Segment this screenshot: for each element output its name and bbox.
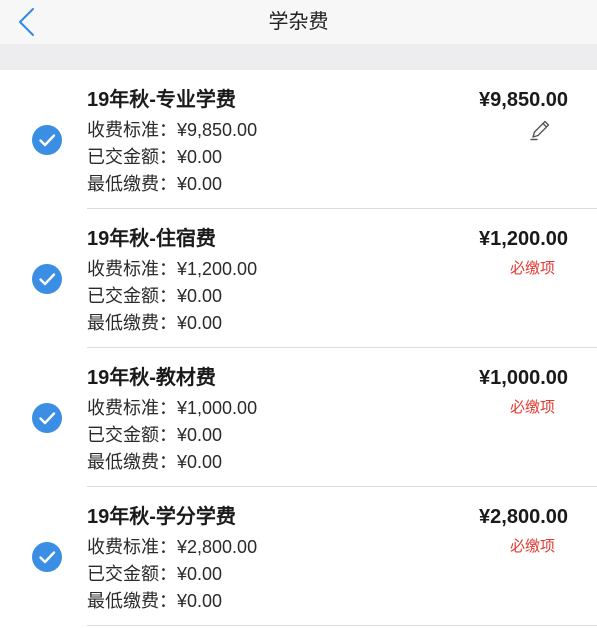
fee-standard-label: 收费标准： — [87, 120, 177, 140]
page-title: 学杂费 — [268, 11, 329, 33]
fee-paid: 已交金额：¥0.00 — [87, 144, 222, 170]
fee-standard: 收费标准：¥1,200.00 — [87, 256, 257, 282]
fee-paid-value: ¥0.00 — [177, 425, 223, 445]
check-icon — [39, 273, 56, 286]
fee-paid-value: ¥0.00 — [177, 147, 223, 167]
fee-title: 19年秋-专业学费 — [87, 89, 236, 111]
fee-standard: 收费标准：¥1,000.00 — [87, 395, 257, 421]
fee-minimum-value: ¥0.00 — [177, 174, 223, 194]
fee-minimum-label: 最低缴费： — [87, 174, 177, 194]
fee-paid-label: 已交金额： — [87, 564, 177, 584]
fee-amount: ¥1,200.00 — [479, 228, 568, 250]
fee-minimum: 最低缴费：¥0.00 — [87, 171, 222, 197]
pencil-icon — [530, 120, 550, 141]
fee-minimum: 最低缴费：¥0.00 — [87, 588, 222, 614]
fee-title: 19年秋-住宿费 — [87, 228, 216, 250]
fee-minimum: 最低缴费：¥0.00 — [87, 449, 222, 475]
fee-minimum-label: 最低缴费： — [87, 313, 177, 333]
fee-list-item[interactable]: 19年秋-专业学费 ¥9,850.00 收费标准：¥9,850.00 已交金额：… — [0, 70, 597, 209]
fee-minimum-label: 最低缴费： — [87, 452, 177, 472]
fee-paid-label: 已交金额： — [87, 425, 177, 445]
required-badge: 必缴项 — [509, 399, 555, 416]
fee-paid: 已交金额：¥0.00 — [87, 283, 222, 309]
fee-paid-label: 已交金额： — [87, 147, 177, 167]
fee-title: 19年秋-教材费 — [87, 367, 216, 389]
fee-standard-value: ¥9,850.00 — [177, 120, 258, 140]
check-icon — [39, 134, 56, 147]
fee-checkbox[interactable] — [32, 125, 62, 155]
required-badge: 必缴项 — [509, 260, 555, 277]
fee-title: 19年秋-学分学费 — [87, 506, 236, 528]
fee-standard-label: 收费标准： — [87, 398, 177, 418]
edit-amount-button[interactable] — [528, 117, 554, 143]
fee-minimum-value: ¥0.00 — [177, 313, 223, 333]
fee-checkbox[interactable] — [32, 264, 62, 294]
fee-list-item[interactable]: 19年秋-教材费 ¥1,000.00 收费标准：¥1,000.00 已交金额：¥… — [0, 348, 597, 487]
check-icon — [39, 551, 56, 564]
fee-checkbox[interactable] — [32, 542, 62, 572]
fee-checkbox[interactable] — [32, 403, 62, 433]
fee-minimum-value: ¥0.00 — [177, 591, 223, 611]
section-separator — [0, 44, 597, 70]
fee-paid: 已交金额：¥0.00 — [87, 422, 222, 448]
divider — [87, 625, 597, 626]
fee-paid-value: ¥0.00 — [177, 286, 223, 306]
fee-amount: ¥2,800.00 — [479, 506, 568, 528]
nav-header: 学杂费 — [0, 0, 597, 44]
fee-paid-value: ¥0.00 — [177, 564, 223, 584]
fee-minimum-label: 最低缴费： — [87, 591, 177, 611]
fee-standard: 收费标准：¥9,850.00 — [87, 117, 257, 143]
fee-standard: 收费标准：¥2,800.00 — [87, 534, 257, 560]
fee-standard-label: 收费标准： — [87, 537, 177, 557]
fee-standard-value: ¥1,200.00 — [177, 259, 258, 279]
check-icon — [39, 412, 56, 425]
fee-minimum: 最低缴费：¥0.00 — [87, 310, 222, 336]
fee-standard-label: 收费标准： — [87, 259, 177, 279]
fee-list-item[interactable]: 19年秋-学分学费 ¥2,800.00 收费标准：¥2,800.00 已交金额：… — [0, 487, 597, 626]
fee-amount: ¥1,000.00 — [479, 367, 568, 389]
fee-paid: 已交金额：¥0.00 — [87, 561, 222, 587]
fee-paid-label: 已交金额： — [87, 286, 177, 306]
fee-standard-value: ¥2,800.00 — [177, 537, 258, 557]
fee-minimum-value: ¥0.00 — [177, 452, 223, 472]
fee-amount: ¥9,850.00 — [479, 89, 568, 111]
required-badge: 必缴项 — [509, 538, 555, 555]
fee-list-item[interactable]: 19年秋-住宿费 ¥1,200.00 收费标准：¥1,200.00 已交金额：¥… — [0, 209, 597, 348]
fee-standard-value: ¥1,000.00 — [177, 398, 258, 418]
